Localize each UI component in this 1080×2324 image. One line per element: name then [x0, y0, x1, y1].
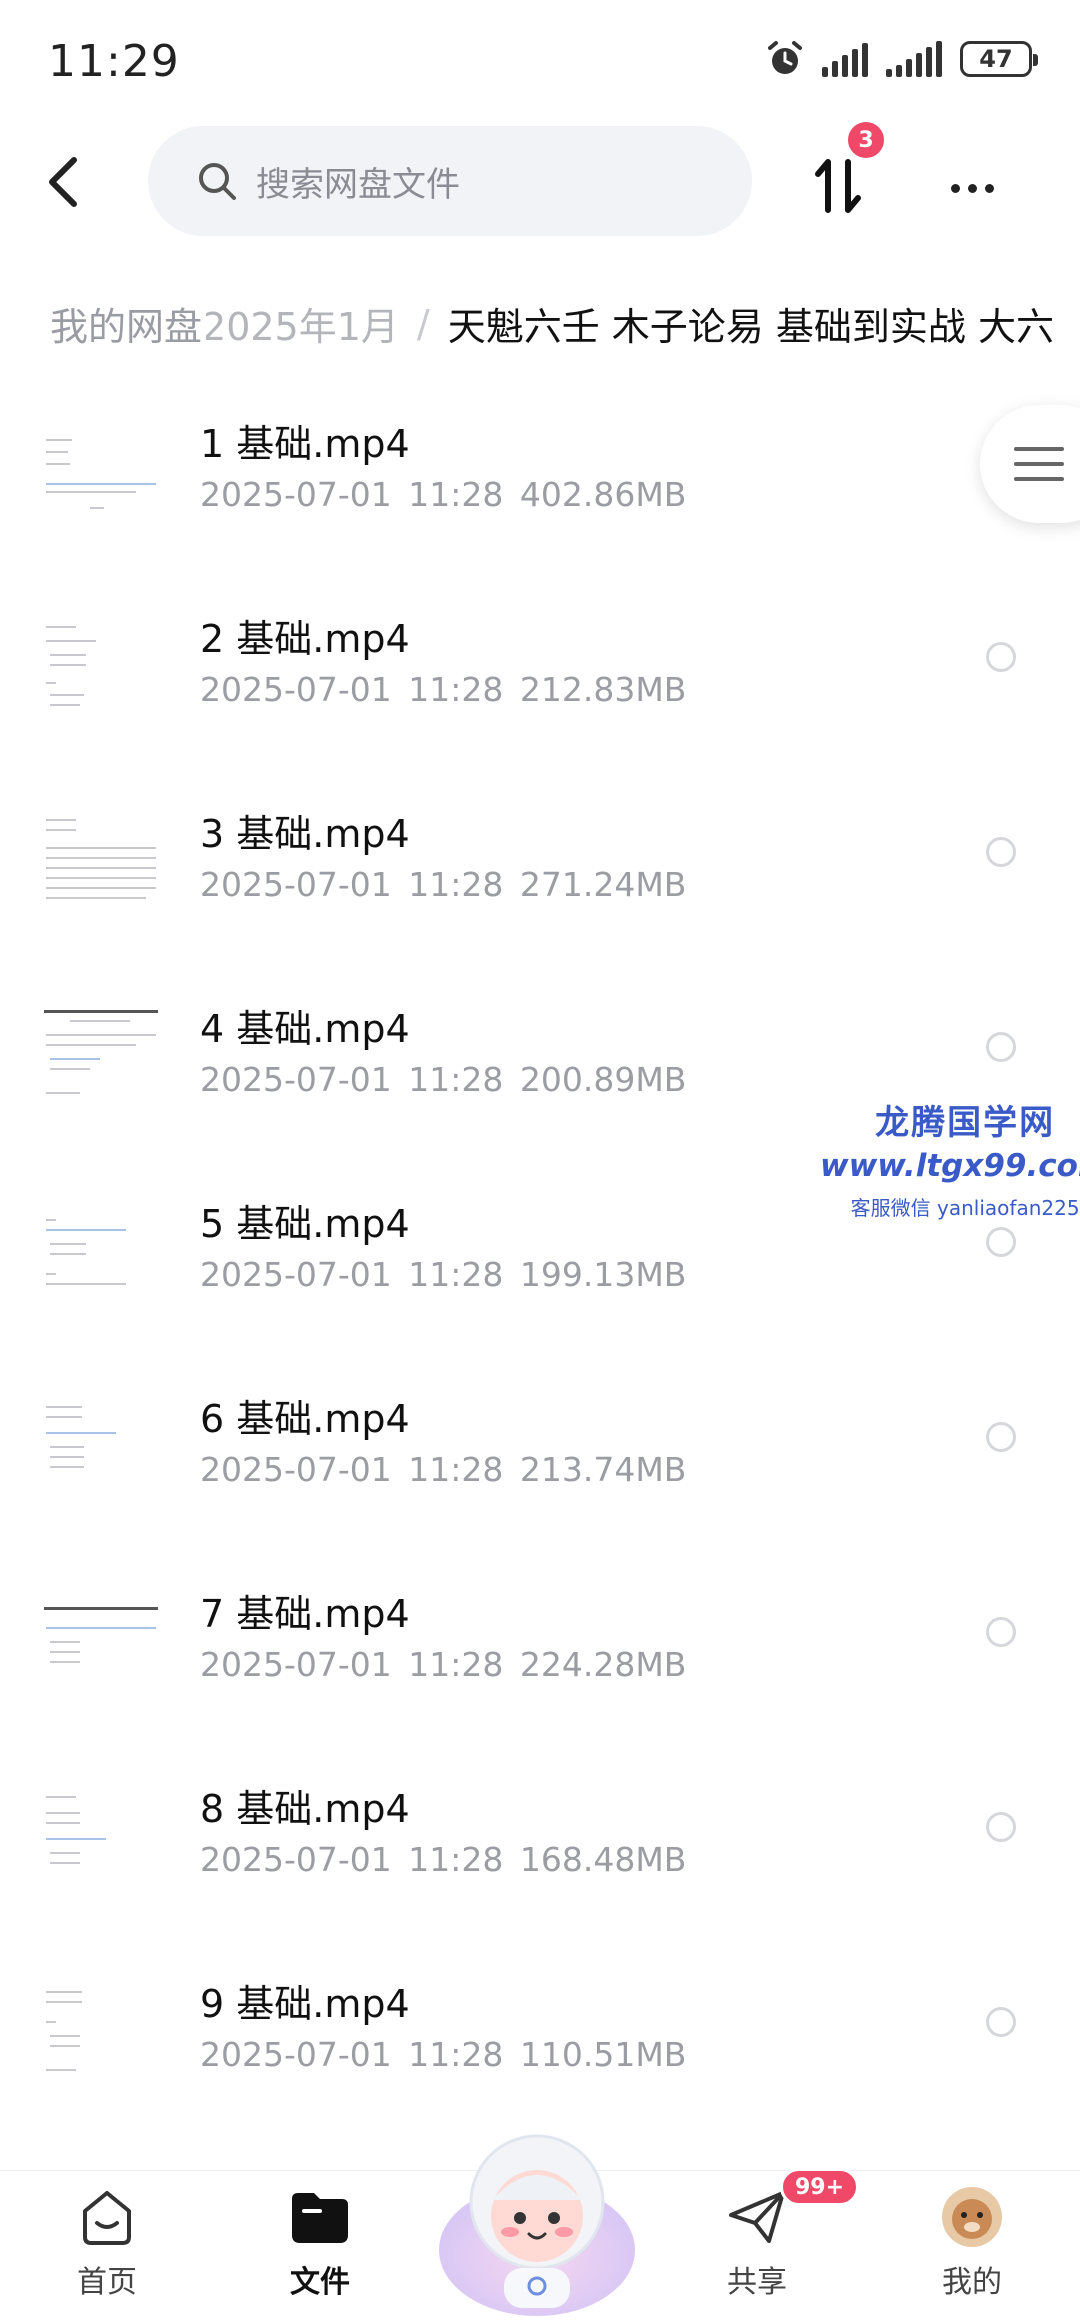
video-thumbnail — [40, 1782, 162, 1892]
select-checkbox[interactable] — [986, 1032, 1016, 1062]
file-meta: 2025-07-01 11:28 224.28MB — [200, 1645, 687, 1684]
file-row[interactable]: 2 基础.mp4 2025-07-01 11:28 212.83MB — [0, 590, 1080, 785]
select-checkbox[interactable] — [986, 1422, 1016, 1452]
nav-mine-label: 我的 — [942, 2265, 1002, 2300]
battery-level: 47 — [979, 45, 1013, 73]
search-input[interactable]: 搜索网盘文件 — [148, 126, 752, 236]
file-name: 5 基础.mp4 — [200, 1202, 410, 1246]
transfer-badge: 3 — [848, 122, 884, 158]
video-thumbnail — [40, 1002, 162, 1112]
more-options-button[interactable] — [940, 160, 1004, 216]
nav-share-label: 共享 — [727, 2265, 787, 2300]
file-row[interactable]: 3 基础.mp4 2025-07-01 11:28 271.24MB — [0, 785, 1080, 980]
file-row[interactable]: 6 基础.mp4 2025-07-01 11:28 213.74MB — [0, 1370, 1080, 1565]
file-name: 6 基础.mp4 — [200, 1397, 410, 1441]
select-checkbox[interactable] — [986, 1227, 1016, 1257]
file-meta: 2025-07-01 11:28 212.83MB — [200, 670, 687, 709]
home-icon — [83, 2191, 131, 2245]
video-thumbnail — [40, 1392, 162, 1502]
transfer-icon[interactable] — [806, 154, 870, 218]
video-thumbnail — [40, 612, 162, 722]
status-bar: 11:29 47 — [0, 0, 1080, 120]
file-meta: 2025-07-01 11:28 110.51MB — [200, 2035, 687, 2074]
status-time: 11:29 — [48, 36, 180, 87]
select-checkbox[interactable] — [986, 837, 1016, 867]
file-meta: 2025-07-01 11:28 168.48MB — [200, 1840, 687, 1879]
file-meta: 2025-07-01 11:28 200.89MB — [200, 1060, 687, 1099]
file-row[interactable]: 8 基础.mp4 2025-07-01 11:28 168.48MB — [0, 1760, 1080, 1955]
watermark: 龙腾国学网 www.ltgx99.com 客服微信 yanliaofan225 — [820, 1095, 1080, 1221]
file-row[interactable]: 1 基础.mp4 2025-07-01 11:28 402.86MB — [0, 395, 1080, 590]
file-name: 1 基础.mp4 — [200, 422, 410, 466]
file-name: 8 基础.mp4 — [200, 1787, 410, 1831]
send-icon — [729, 2191, 785, 2243]
share-badge: 99+ — [780, 2168, 860, 2206]
file-name: 7 基础.mp4 — [200, 1592, 410, 1636]
breadcrumb-root[interactable]: 我的网盘 — [50, 296, 207, 351]
video-thumbnail — [40, 1977, 162, 2087]
file-row[interactable]: 7 基础.mp4 2025-07-01 11:28 224.28MB — [0, 1565, 1080, 1760]
nav-home[interactable]: 首页 — [47, 2185, 167, 2301]
file-list: 1 基础.mp4 2025-07-01 11:28 402.86MB 2 基础.… — [0, 395, 1080, 2150]
status-icons: 47 — [766, 40, 1038, 78]
breadcrumb-folder[interactable]: 2025年1月 — [202, 296, 399, 351]
video-thumbnail — [40, 807, 162, 917]
video-thumbnail — [40, 1587, 162, 1697]
file-meta: 2025-07-01 11:28 213.74MB — [200, 1450, 687, 1489]
nav-home-label: 首页 — [77, 2265, 137, 2300]
video-thumbnail — [40, 417, 162, 527]
file-name: 9 基础.mp4 — [200, 1982, 410, 2026]
file-name: 4 基础.mp4 — [200, 1007, 410, 1051]
file-meta: 2025-07-01 11:28 402.86MB — [200, 475, 687, 514]
header: 搜索网盘文件 — [0, 120, 1080, 245]
file-name: 3 基础.mp4 — [200, 812, 410, 856]
select-checkbox[interactable] — [986, 1617, 1016, 1647]
mascot-assistant-button[interactable] — [432, 2110, 642, 2320]
watermark-title: 龙腾国学网 — [875, 1103, 1056, 1143]
select-checkbox[interactable] — [986, 2007, 1016, 2037]
nav-files[interactable]: 文件 — [260, 2185, 380, 2301]
back-button[interactable] — [32, 150, 96, 214]
breadcrumb-separator: / — [416, 301, 430, 346]
select-checkbox[interactable] — [986, 642, 1016, 672]
file-meta: 2025-07-01 11:28 271.24MB — [200, 865, 687, 904]
search-placeholder: 搜索网盘文件 — [256, 164, 460, 205]
search-icon — [199, 163, 236, 200]
folder-icon — [292, 2193, 348, 2243]
watermark-contact: 客服微信 yanliaofan225 — [850, 1196, 1080, 1220]
avatar — [942, 2187, 1002, 2247]
nav-files-label: 文件 — [290, 2265, 350, 2300]
breadcrumb-current: 天魁六壬 木子论易 基础到实战 大六 — [447, 305, 1054, 349]
file-meta: 2025-07-01 11:28 199.13MB — [200, 1255, 687, 1294]
signal-icon — [822, 41, 868, 77]
nav-mine[interactable]: 我的 — [912, 2185, 1032, 2301]
alarm-icon — [768, 41, 802, 74]
back-arrow-icon — [49, 157, 77, 207]
breadcrumb: 我的网盘 2025年1月 / 天魁六壬 木子论易 基础到实战 大六 — [0, 290, 1080, 362]
watermark-url: www.ltgx99.com — [820, 1148, 1080, 1184]
battery-icon: 47 — [960, 41, 1038, 77]
file-name: 2 基础.mp4 — [200, 617, 410, 661]
signal-icon-2 — [886, 41, 942, 77]
video-thumbnail — [40, 1197, 162, 1307]
select-checkbox[interactable] — [986, 1812, 1016, 1842]
